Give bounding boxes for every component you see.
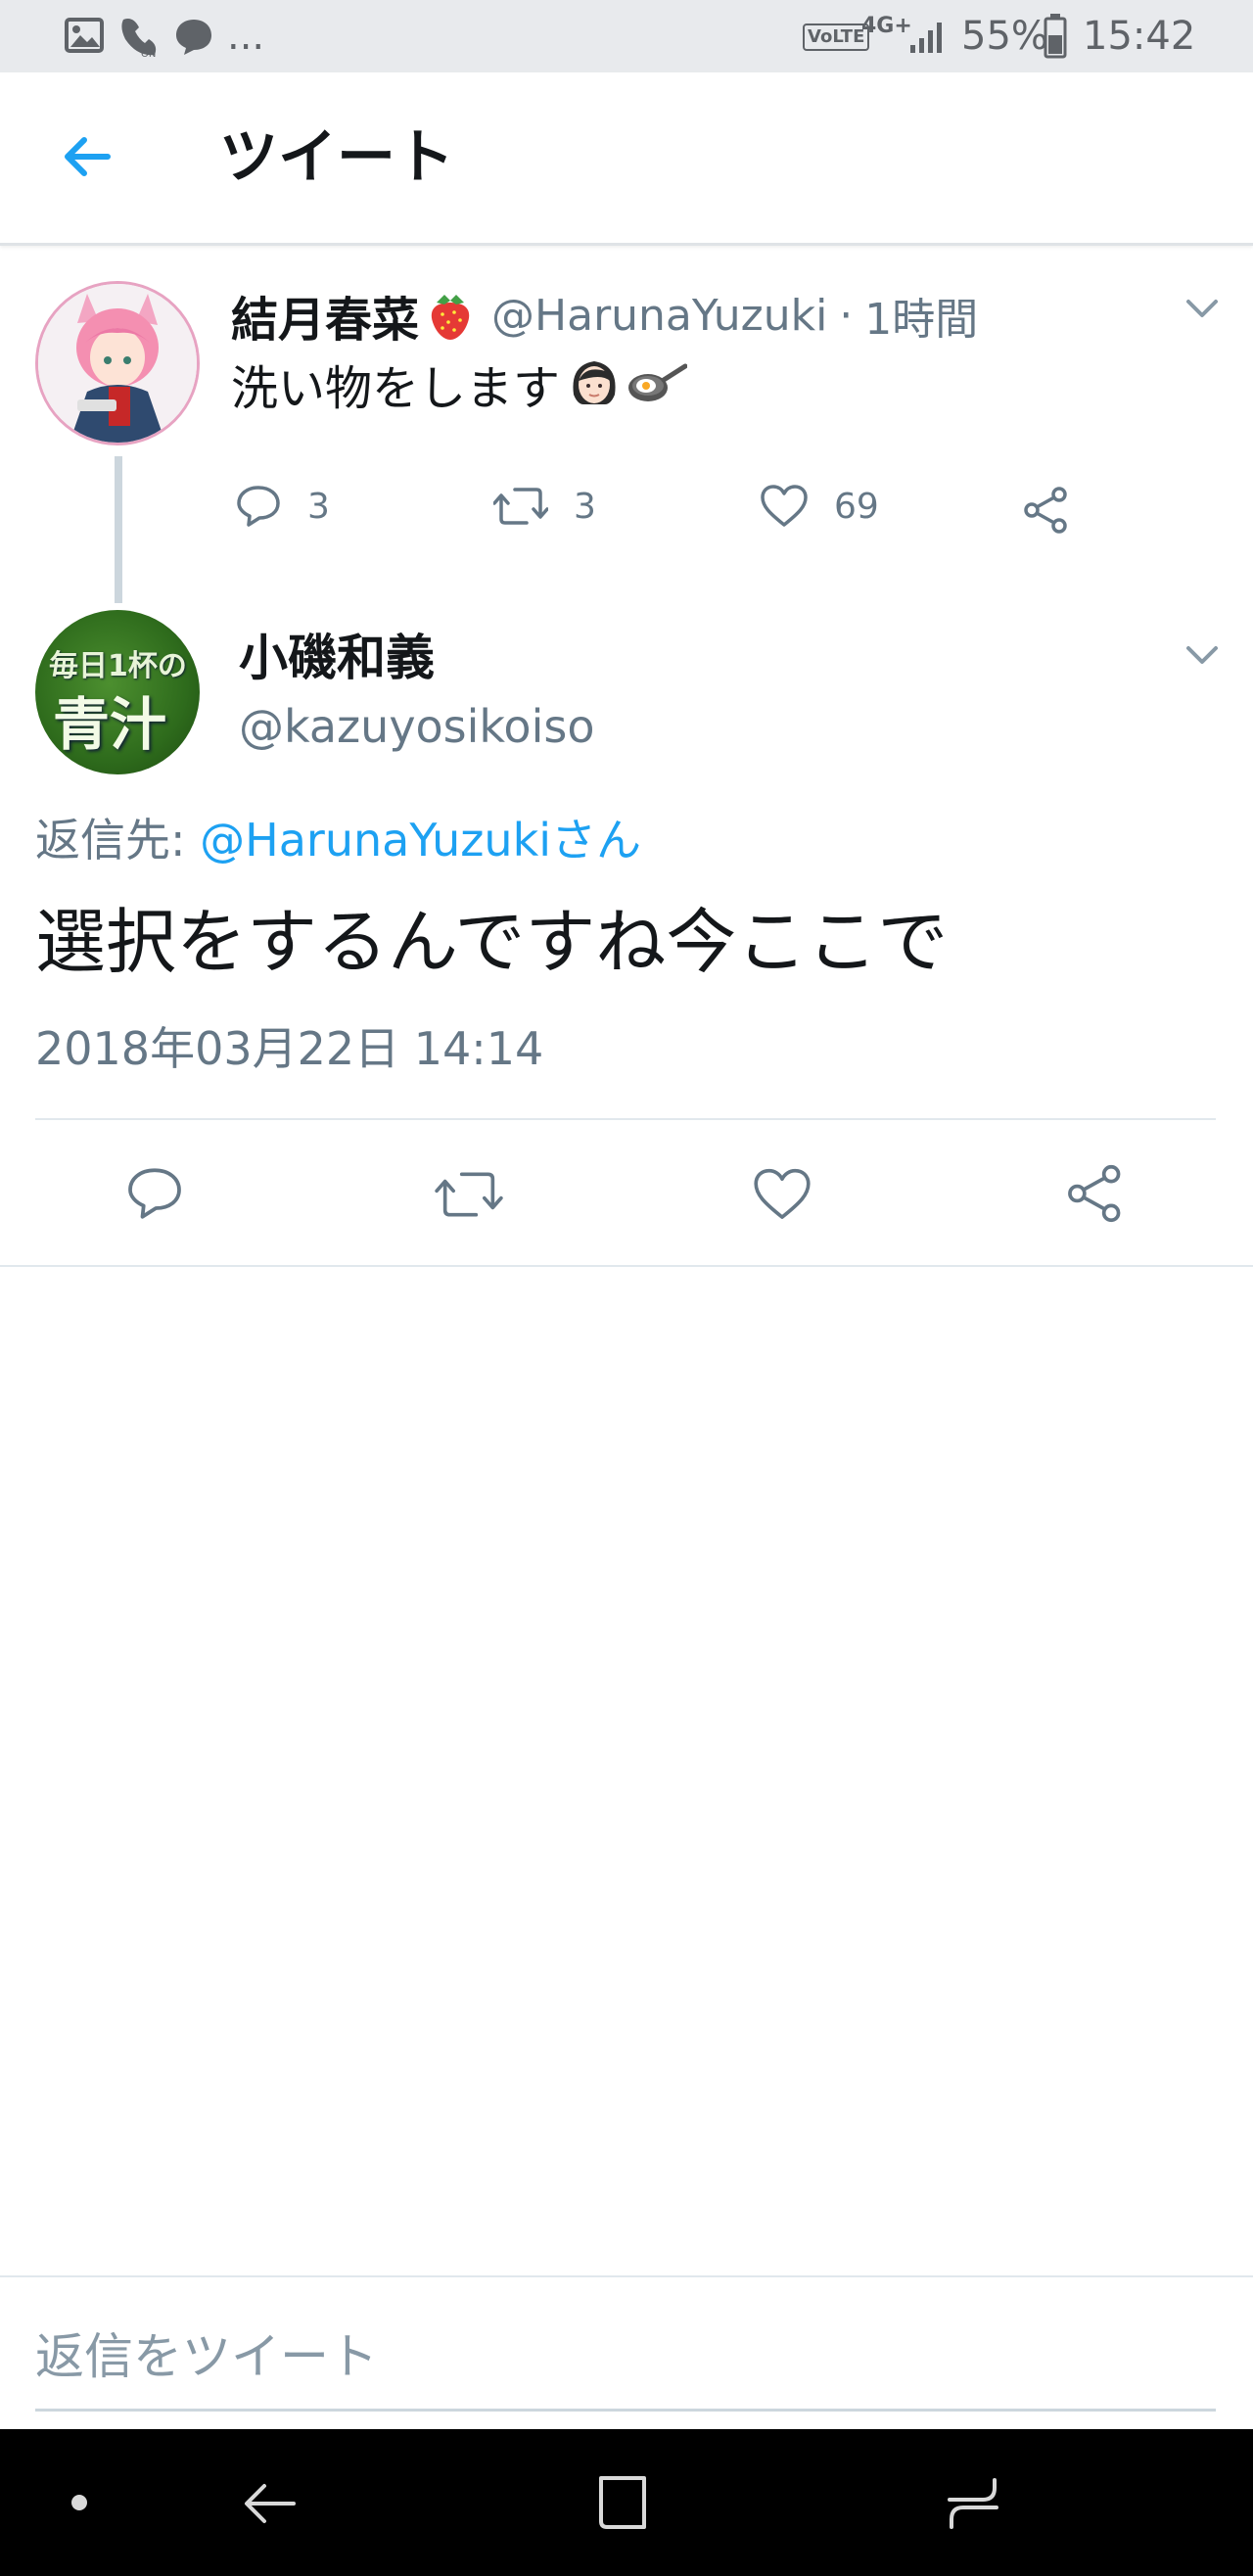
like-icon[interactable] <box>752 1167 812 1222</box>
share-icon[interactable] <box>1065 1163 1126 1224</box>
reply-timestamp: 2018年03月22日 14:14 <box>35 1022 544 1075</box>
network-indicator: 4G+ <box>861 14 912 38</box>
parent-reply-action[interactable]: 3 <box>235 484 330 529</box>
parent-avatar[interactable] <box>35 281 200 445</box>
battery-percent: 55% <box>961 14 1048 59</box>
reply-to-line: 返信先: @HarunaYuzukiさん <box>35 811 641 869</box>
parent-tweet-text: 洗い物をします <box>231 352 688 416</box>
parent-retweet-action[interactable]: 3 <box>493 484 596 529</box>
signal-icon <box>910 23 942 53</box>
parent-handle[interactable]: @HarunaYuzuki <box>491 291 827 341</box>
clock: 15:42 <box>1083 14 1196 59</box>
reply-avatar[interactable]: 毎日1杯の 青汁 <box>35 610 200 774</box>
nav-back-icon[interactable] <box>241 2474 300 2533</box>
svg-text:ON: ON <box>141 49 156 59</box>
chat-icon <box>176 20 211 55</box>
reply-handle[interactable]: @kazuyosikoiso <box>239 697 594 756</box>
battery-icon <box>1044 14 1067 59</box>
like-icon <box>761 485 808 527</box>
status-bar: ON ... VoLTE 4G+ 55% 15:42 <box>0 0 1253 72</box>
parent-separator: · <box>839 290 854 341</box>
parent-reply-count: 3 <box>307 486 330 527</box>
reply-icon <box>237 486 280 527</box>
nav-recents-icon[interactable] <box>944 2476 1002 2531</box>
reply-compose-input[interactable]: 返信をツイート <box>35 2322 1216 2391</box>
share-icon[interactable] <box>1022 486 1071 535</box>
page-title: ツイート <box>219 123 454 192</box>
reply-to-label: 返信先: <box>35 814 186 866</box>
reply-icon[interactable] <box>125 1165 184 1222</box>
divider <box>0 1265 1253 1267</box>
nav-home-icon[interactable] <box>593 2472 652 2533</box>
back-arrow-icon[interactable] <box>59 127 117 186</box>
gallery-icon <box>65 18 104 53</box>
chevron-down-icon[interactable] <box>1183 294 1222 323</box>
strawberry-icon <box>431 295 470 340</box>
thread-connector <box>115 456 122 603</box>
retweet-icon <box>493 488 548 525</box>
reply-display-name[interactable]: 小磯和義 <box>239 627 435 689</box>
android-nav-bar <box>0 2429 1253 2576</box>
parent-time[interactable]: 1時間 <box>864 284 978 347</box>
divider <box>35 1118 1216 1120</box>
reply-to-handle[interactable]: @HarunaYuzukiさん <box>200 814 641 866</box>
reply-text: 選択をするんですね今ここで <box>35 901 949 983</box>
parent-display-name[interactable]: 結月春菜 <box>231 281 419 350</box>
app-header: ツイート <box>0 72 1253 246</box>
avatar-text-main: 青汁 <box>53 691 167 758</box>
woman-emoji-icon <box>573 361 616 404</box>
overflow-indicator: ... <box>227 14 265 59</box>
frying-pan-icon <box>628 363 688 401</box>
divider <box>0 2275 1253 2277</box>
parent-like-action[interactable]: 69 <box>760 484 879 529</box>
chevron-down-icon[interactable] <box>1183 640 1222 670</box>
retweet-icon[interactable] <box>435 1167 503 1222</box>
parent-retweet-count: 3 <box>574 486 596 527</box>
parent-text: 洗い物をします <box>231 361 561 416</box>
parent-like-count: 69 <box>834 486 879 527</box>
compose-underline <box>35 2409 1216 2412</box>
wifi-call-icon: ON <box>121 19 156 59</box>
anime-avatar-image <box>38 284 197 443</box>
parent-tweet-header: 結月春菜 @HarunaYuzuki · 1時間 <box>231 284 978 349</box>
nav-dot-icon[interactable] <box>67 2490 92 2515</box>
volte-indicator: VoLTE <box>803 23 870 51</box>
